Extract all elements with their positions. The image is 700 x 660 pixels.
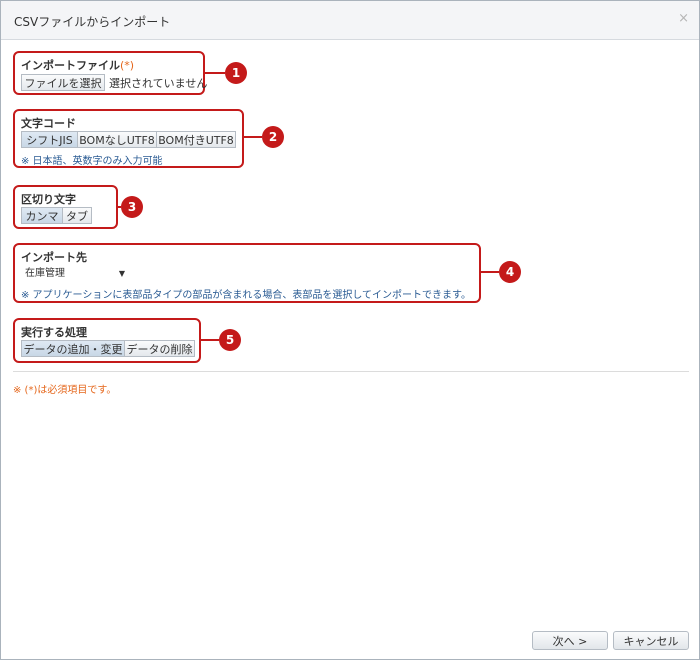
action-label: 実行する処理 <box>21 326 87 339</box>
connector-5 <box>199 339 219 341</box>
callout-badge-4: 4 <box>499 261 521 283</box>
choose-file-button[interactable]: ファイルを選択 <box>21 74 105 91</box>
delimiter-option-comma[interactable]: カンマ <box>21 207 63 224</box>
encoding-section: 文字コード シフトJIS BOMなしUTF8 BOM付きUTF8 ※ 日本語、英… <box>13 109 244 168</box>
destination-select-value: 在庫管理 <box>25 268 65 279</box>
import-file-label: インポートファイル(*) <box>21 59 135 72</box>
import-file-section: インポートファイル(*) ファイルを選択 選択されていません <box>13 51 208 95</box>
destination-select[interactable]: 在庫管理 ▼ <box>25 266 125 282</box>
dialog-title: CSVファイルからインポート <box>14 15 171 29</box>
callout-badge-2: 2 <box>262 126 284 148</box>
cancel-button[interactable]: キャンセル <box>613 631 689 650</box>
callout-badge-5: 5 <box>219 329 241 351</box>
chevron-down-icon: ▼ <box>118 269 125 278</box>
next-button[interactable]: 次へ > <box>532 631 608 650</box>
action-option-add-update[interactable]: データの追加・変更 <box>21 340 125 357</box>
connector-1 <box>203 72 225 74</box>
callout-badge-1: 1 <box>225 62 247 84</box>
action-option-delete[interactable]: データの削除 <box>124 340 195 357</box>
csv-import-dialog: CSVファイルからインポート × インポートファイル(*) ファイルを選択 選択… <box>0 0 700 660</box>
destination-section: インポート先 在庫管理 ▼ ※ アプリケーションに表部品タイプの部品が含まれる場… <box>13 243 481 303</box>
encoding-option-utf8-bom[interactable]: BOM付きUTF8 <box>156 131 236 148</box>
delimiter-section: 区切り文字 カンマ タブ <box>13 185 118 229</box>
connector-4 <box>479 271 499 273</box>
callout-badge-3: 3 <box>121 196 143 218</box>
divider <box>13 371 689 372</box>
destination-note: ※ アプリケーションに表部品タイプの部品が含まれる場合、表部品を選択してインポー… <box>21 290 472 301</box>
delimiter-option-tab[interactable]: タブ <box>62 207 92 224</box>
connector-2 <box>242 136 262 138</box>
file-status-text: 選択されていません <box>109 77 208 90</box>
dialog-titlebar: CSVファイルからインポート × <box>1 1 699 40</box>
delimiter-label: 区切り文字 <box>21 193 76 206</box>
encoding-note: ※ 日本語、英数字のみ入力可能 <box>21 156 163 167</box>
encoding-label: 文字コード <box>21 117 76 130</box>
close-icon[interactable]: × <box>678 12 689 25</box>
action-section: 実行する処理 データの追加・変更 データの削除 <box>13 318 201 363</box>
required-footnote: ※ (*)は必須項目です。 <box>13 385 117 396</box>
destination-label: インポート先 <box>21 251 87 264</box>
required-mark: (*) <box>120 59 135 72</box>
encoding-option-sjis[interactable]: シフトJIS <box>21 131 78 148</box>
encoding-option-utf8-nobom[interactable]: BOMなしUTF8 <box>77 131 157 148</box>
